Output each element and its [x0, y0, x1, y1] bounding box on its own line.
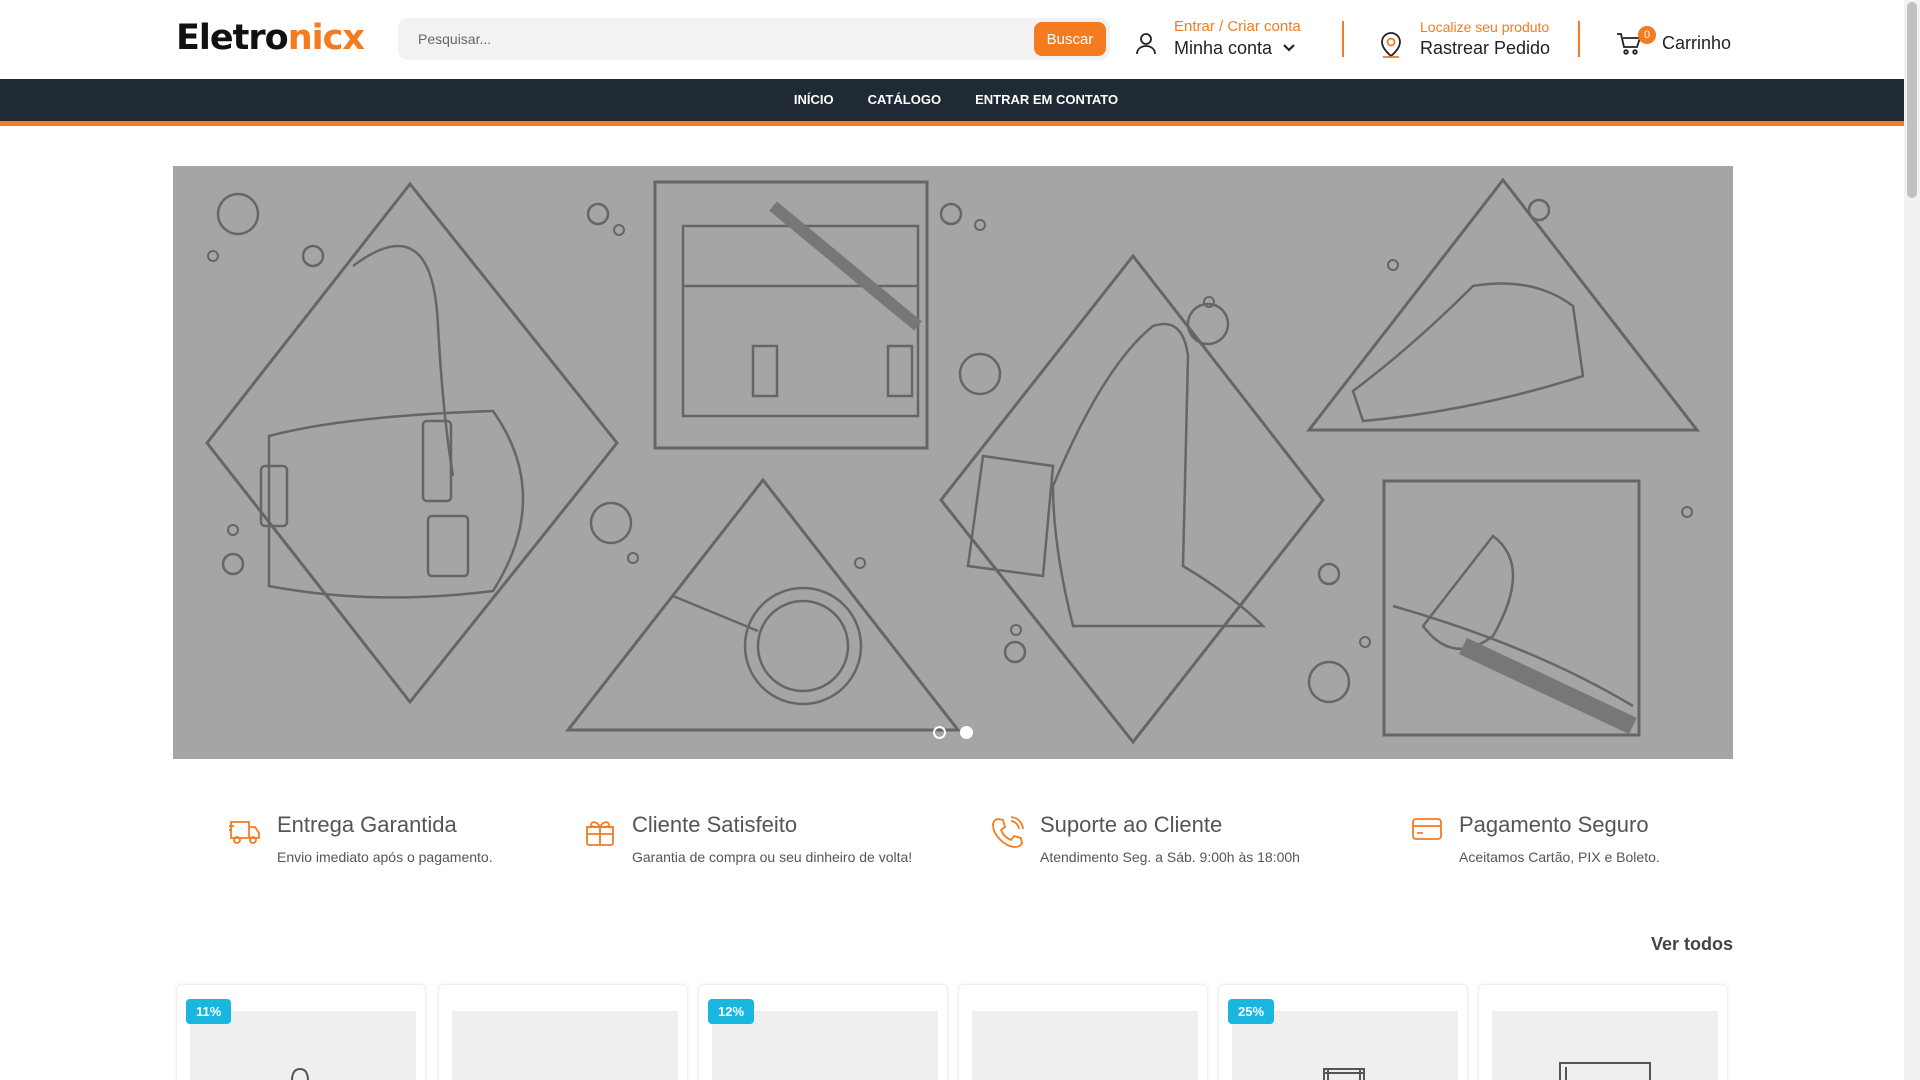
product-card[interactable]: 11% [176, 984, 426, 1080]
site-header: Eletronicx Buscar Entrar / Criar conta M… [0, 0, 1904, 79]
carousel-dot-2[interactable] [960, 726, 973, 739]
nav-item-home[interactable]: INÍCIO [794, 79, 834, 121]
product-card[interactable] [1478, 984, 1728, 1080]
product-card[interactable]: 25% [1218, 984, 1468, 1080]
search-bar: Buscar [398, 18, 1110, 60]
feature-description: Atendimento Seg. a Sáb. 9:00h às 18:00h [1040, 849, 1300, 865]
gift-box-icon [586, 821, 614, 846]
feature-description: Garantia de compra ou seu dinheiro de vo… [632, 849, 913, 865]
location-pin-icon [1381, 32, 1401, 58]
scrollbar-thumb[interactable] [1907, 2, 1917, 198]
carousel-dot-1[interactable] [933, 726, 946, 739]
search-input[interactable] [418, 18, 1018, 60]
credit-card-icon [1412, 818, 1442, 840]
product-image[interactable] [452, 1011, 678, 1080]
user-icon [1136, 33, 1156, 55]
discount-badge: 12% [708, 999, 755, 1024]
nav-accent-stripe [0, 121, 1904, 126]
chevron-down-icon[interactable] [1282, 43, 1296, 53]
nav-item-contact[interactable]: ENTRAR EM CONTATO [975, 79, 1118, 121]
features-row: Entrega Garantida Envio imediato após o … [173, 806, 1733, 876]
header-divider [1578, 21, 1580, 57]
header-divider [1342, 21, 1344, 57]
phone-icon [992, 816, 1024, 848]
product-illustration [1559, 1062, 1651, 1080]
account-label[interactable]: Minha conta [1174, 38, 1272, 59]
hero-banner[interactable] [173, 166, 1733, 759]
product-card[interactable] [958, 984, 1208, 1080]
search-button[interactable]: Buscar [1034, 22, 1106, 56]
feature-title: Suporte ao Cliente [1040, 812, 1223, 837]
product-carousel: 11% 12% 25% [176, 984, 1732, 1080]
feature-title: Entrega Garantida [277, 812, 457, 837]
feature-description: Envio imediato após o pagamento. [277, 849, 493, 865]
account-menu[interactable]: Entrar / Criar conta Minha conta [1132, 16, 1322, 62]
track-order-hint: Localize seu produto [1420, 19, 1550, 35]
feature-support: Suporte ao Cliente Atendimento Seg. a Sá… [992, 806, 1322, 876]
feature-payment: Pagamento Seguro Aceitamos Cartão, PIX e… [1411, 806, 1701, 876]
logo-text-main: Eletro [176, 18, 289, 58]
product-image[interactable] [972, 1011, 1198, 1080]
cart-label: Carrinho [1662, 33, 1732, 53]
product-card[interactable] [438, 984, 688, 1080]
carousel-dots [173, 726, 1733, 740]
track-order-label[interactable]: Rastrear Pedido [1420, 38, 1550, 59]
nav-item-catalog[interactable]: CATÁLOGO [868, 79, 941, 121]
logo-text-accent: nicx [287, 18, 365, 58]
feature-title: Pagamento Seguro [1459, 812, 1649, 837]
page-scrollbar[interactable] [1904, 0, 1920, 1080]
feature-delivery: Entrega Garantida Envio imediato após o … [229, 806, 539, 876]
see-all-link[interactable]: Ver todos [1620, 934, 1733, 955]
main-nav: INÍCIO CATÁLOGO ENTRAR EM CONTATO [0, 79, 1904, 121]
discount-badge: 25% [1228, 999, 1275, 1024]
account-login-link[interactable]: Entrar / Criar conta [1174, 18, 1301, 35]
track-order[interactable]: Localize seu produto Rastrear Pedido [1378, 16, 1568, 62]
feature-title: Cliente Satisfeito [632, 812, 798, 837]
cart-count-badge: 0 [1638, 26, 1656, 44]
discount-badge: 11% [186, 999, 232, 1024]
truck-icon [229, 821, 260, 844]
feature-description: Aceitamos Cartão, PIX e Boleto. [1459, 849, 1660, 865]
product-card[interactable]: 12% [698, 984, 948, 1080]
banner-illustration [205, 177, 1701, 745]
feature-satisfaction: Cliente Satisfeito Garantia de compra ou… [584, 806, 944, 876]
logo[interactable]: Eletronicx [176, 18, 365, 58]
cart-button[interactable]: 0 Carrinho [1616, 24, 1736, 60]
